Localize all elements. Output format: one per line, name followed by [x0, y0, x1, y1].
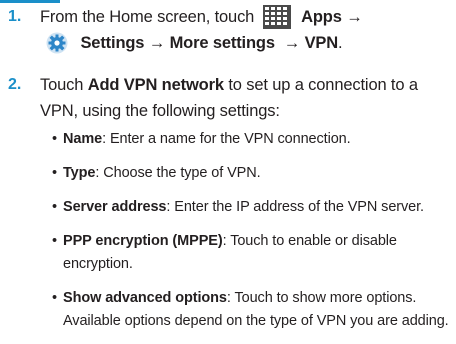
bullet-desc: : Touch to enable or disable — [222, 233, 397, 249]
settings-label: Settings — [80, 34, 145, 52]
add-vpn-network-label: Add VPN network — [87, 76, 224, 94]
step-2-post: to set up a connection to a — [228, 76, 418, 94]
list-item-server-address: • Server address: Enter the IP address o… — [52, 196, 452, 219]
bullet-marker: • — [52, 165, 57, 181]
bullet-term: PPP encryption (MPPE) — [63, 233, 223, 249]
settings-gear-icon — [46, 32, 68, 54]
list-item-name: • Name: Enter a name for the VPN connect… — [52, 128, 452, 151]
bullet-desc: : Choose the type of VPN. — [95, 165, 261, 181]
list-item-show-advanced-options: • Show advanced options: Touch to show m… — [52, 287, 452, 333]
step-2-line-1: Touch Add VPN network to set up a connec… — [40, 72, 450, 98]
bullet-desc-continued: Available options depend on the type of … — [63, 313, 449, 329]
list-item-ppp-encryption: • PPP encryption (MPPE): Touch to enable… — [52, 230, 452, 276]
bullet-term: Type — [63, 165, 96, 181]
step-1-number: 1. — [8, 8, 22, 25]
vpn-label: VPN — [304, 34, 339, 52]
arrow-2: → — [148, 34, 166, 52]
step-1-period: . — [338, 34, 343, 52]
step-2-number: 2. — [8, 76, 22, 93]
step-1-line-1: From the Home screen, touch Apps → — [40, 4, 450, 30]
bullet-marker: • — [52, 290, 57, 306]
step-1-text: From the Home screen, touch Apps → Setti… — [40, 4, 450, 56]
top-accent-strip — [0, 0, 60, 3]
bullet-desc-continued: encryption. — [63, 256, 133, 272]
bullet-marker: • — [52, 131, 57, 147]
list-item-type: • Type: Choose the type of VPN. — [52, 162, 452, 185]
bullet-marker: • — [52, 199, 57, 215]
bullet-term: Name — [63, 131, 103, 147]
bullet-desc: : Touch to show more options. — [226, 290, 417, 306]
arrow-3: → — [283, 34, 301, 52]
bullet-marker: • — [52, 233, 57, 249]
apps-label: Apps — [301, 8, 342, 26]
bullet-term: Show advanced options — [63, 290, 227, 306]
bullet-desc: : Enter the IP address of the VPN server… — [166, 199, 424, 215]
step-1-line-2: Settings → More settings → VPN. — [40, 30, 450, 56]
apps-grid-icon — [262, 5, 291, 29]
bullet-term: Server address — [63, 199, 167, 215]
vpn-settings-list: • Name: Enter a name for the VPN connect… — [52, 128, 452, 344]
step-1-prefix: From the Home screen, touch — [40, 8, 255, 26]
more-settings-label: More settings — [169, 34, 275, 52]
step-1: 1. From the Home screen, touch Apps → Se… — [0, 4, 456, 64]
step-2: 2. Touch Add VPN network to set up a con… — [0, 72, 456, 128]
arrow-1: → — [346, 8, 363, 26]
bullet-desc: : Enter a name for the VPN connection. — [102, 131, 351, 147]
step-2-line-2: VPN, using the following settings: — [40, 102, 280, 120]
step-2-text: Touch Add VPN network to set up a connec… — [40, 72, 450, 124]
step-2-pre: Touch — [40, 76, 84, 94]
